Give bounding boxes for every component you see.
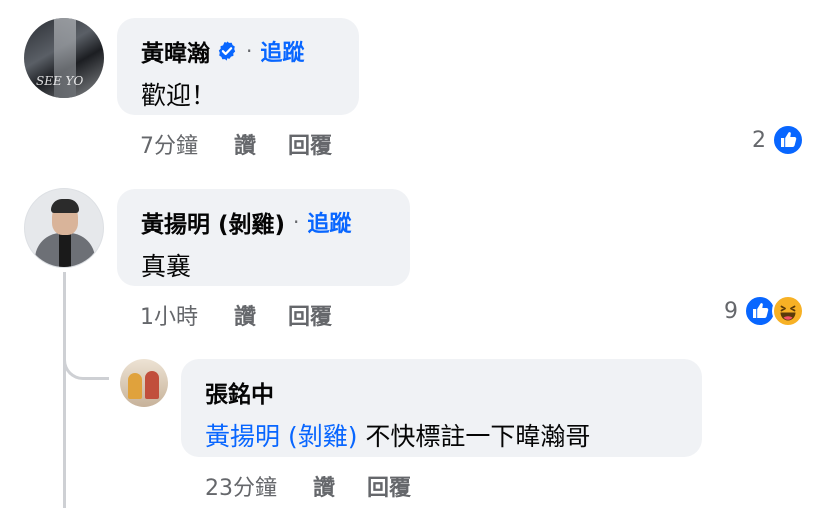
reply-button[interactable]: 回覆 [288,128,332,160]
follow-button[interactable]: 追蹤 [260,35,304,67]
thread-line [63,272,66,508]
reaction-summary[interactable]: 2 [752,124,804,156]
separator-dot: · [246,39,253,63]
comment-text: 真襄 [141,252,192,281]
like-button[interactable]: 讚 [234,128,256,160]
reply-body: 不快標註一下暐瀚哥 [357,422,591,451]
comment-actions: 7分鐘 讚 回覆 [140,128,332,160]
separator-dot: · [293,210,300,234]
avatar-graphic [145,371,159,399]
comment-header: 張銘中 [205,375,274,409]
comment-timestamp[interactable]: 1小時 [140,299,198,331]
mention-link[interactable]: 黃揚明 (剝雞) [205,422,357,451]
reaction-summary[interactable]: 9 [724,295,804,327]
follow-button[interactable]: 追蹤 [307,206,351,238]
comment-thread: SEE YO 黃暐瀚 · 追蹤 歡迎！ 7分鐘 讚 回覆 2 黃揚明 (剝雞) … [0,0,828,508]
avatar-graphic: SEE YO [36,74,84,88]
avatar[interactable] [120,359,168,407]
reply-bubble: 張銘中 黃揚明 (剝雞) 不快標註一下暐瀚哥 [181,359,702,457]
reaction-count: 2 [752,127,766,153]
avatar-graphic [128,373,142,399]
comment-timestamp[interactable]: 7分鐘 [140,128,198,160]
avatar-graphic [51,199,79,213]
like-button[interactable]: 讚 [234,299,256,331]
comment-header: 黃暐瀚 · 追蹤 [141,34,304,68]
author-name[interactable]: 張銘中 [205,375,274,409]
avatar-graphic [59,233,71,267]
comment-bubble: 黃暐瀚 · 追蹤 歡迎！ [117,18,359,115]
author-name[interactable]: 黃揚明 (剝雞) [141,205,285,239]
comment-bubble: 黃揚明 (剝雞) · 追蹤 真襄 [117,189,410,286]
reply-button[interactable]: 回覆 [367,470,411,502]
reaction-count: 9 [724,298,738,324]
like-icon [772,124,804,156]
avatar[interactable]: SEE YO [24,18,104,98]
comment-timestamp[interactable]: 23分鐘 [205,470,277,502]
author-name[interactable]: 黃暐瀚 [141,34,210,68]
like-button[interactable]: 讚 [313,470,335,502]
comment-header: 黃揚明 (剝雞) · 追蹤 [141,205,351,239]
verified-badge-icon [218,41,236,61]
avatar[interactable] [24,188,104,268]
comment-text: 歡迎！ [141,81,217,110]
reply-text: 黃揚明 (剝雞) 不快標註一下暐瀚哥 [205,417,590,453]
haha-icon [772,295,804,327]
thread-connector [63,340,109,380]
comment-actions: 23分鐘 讚 回覆 [205,470,411,502]
reply-button[interactable]: 回覆 [288,299,332,331]
comment-actions: 1小時 讚 回覆 [140,299,332,331]
